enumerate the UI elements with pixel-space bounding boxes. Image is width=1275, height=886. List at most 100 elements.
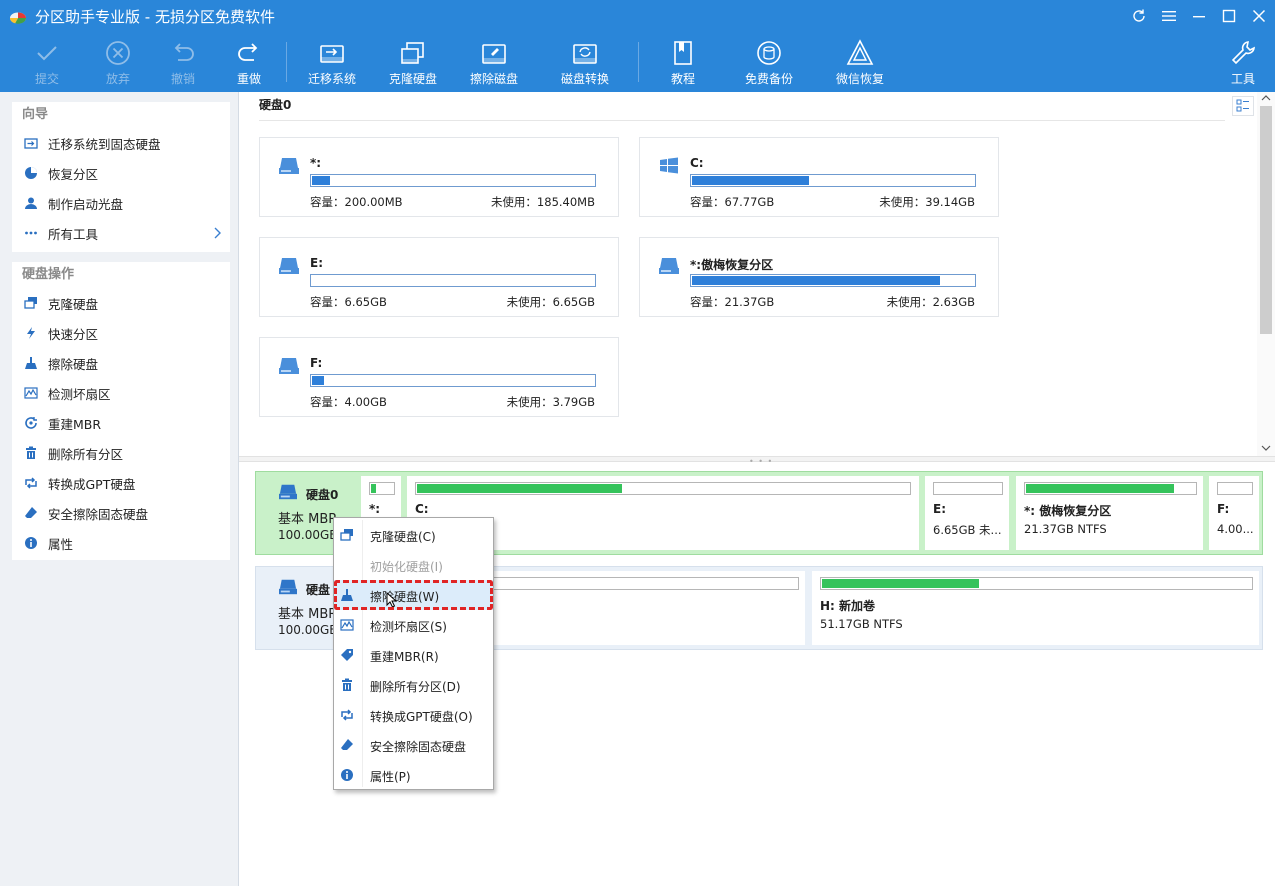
capacity-text: 容量：67.77GB: [690, 195, 775, 209]
scrollbar-thumb[interactable]: [1260, 106, 1272, 334]
redo-button[interactable]: 重做: [213, 36, 285, 90]
redo-icon: [238, 43, 258, 61]
maximize-icon[interactable]: [1218, 6, 1240, 26]
view-toggle-button[interactable]: [1232, 96, 1254, 116]
sidebar-item-label: 重建MBR: [48, 416, 102, 432]
tutorial-label: 教程: [670, 72, 695, 86]
tools-button[interactable]: 工具: [1207, 36, 1275, 90]
menu-item-secure-erase[interactable]: 安全擦除固态硬盘: [334, 730, 493, 760]
sidebar-item-bad-sector[interactable]: 检测坏扇区: [12, 378, 230, 408]
wipe-disk-button[interactable]: 擦除磁盘: [458, 36, 530, 90]
drive-icon: [279, 484, 297, 500]
sidebar-item-boot-disc[interactable]: 制作启动光盘: [12, 188, 230, 218]
free-backup-button[interactable]: 免费备份: [733, 36, 805, 90]
minimize-icon[interactable]: [1188, 6, 1210, 26]
sidebar-item-clone-disk[interactable]: 克隆硬盘: [12, 288, 230, 318]
disk-ops-group: 硬盘操作 克隆硬盘 快速分区 擦除硬盘 检测坏扇区 重建MBR 删除所有分区 转…: [12, 262, 230, 560]
sidebar-item-label: 克隆硬盘: [48, 296, 99, 312]
disk-convert-button[interactable]: 磁盘转换: [549, 36, 621, 90]
partition-name: *:: [369, 502, 381, 516]
refresh-icon[interactable]: [1128, 6, 1150, 26]
partition-card[interactable]: C: 容量：67.77GB 未使用：39.14GB: [639, 137, 999, 217]
partition-bar: [1217, 482, 1253, 495]
sidebar-item-rebuild-mbr[interactable]: 重建MBR: [12, 408, 230, 438]
sidebar-item-wipe-disk[interactable]: 擦除硬盘: [12, 348, 230, 378]
migrate-icon: [320, 45, 344, 63]
tag-icon: [341, 649, 353, 661]
wipe-disk-label: 擦除磁盘: [469, 72, 518, 86]
partition-card[interactable]: *: 容量：200.00MB 未使用：185.40MB: [259, 137, 619, 217]
sidebar-item-label: 所有工具: [48, 226, 99, 242]
menu-item-delete-all[interactable]: 删除所有分区(D): [334, 670, 493, 700]
clone-icon: [401, 42, 424, 64]
discard-button[interactable]: 放弃: [82, 36, 154, 90]
sidebar-item-label: 安全擦除固态硬盘: [48, 506, 149, 522]
menu-item-label: 擦除硬盘(W): [370, 590, 440, 604]
partition-card[interactable]: E: 容量：6.65GB 未使用：6.65GB: [259, 237, 619, 317]
partition-bar: [369, 482, 395, 495]
partition-card[interactable]: F: 容量：4.00GB 未使用：3.79GB: [259, 337, 619, 417]
title-bar: 分区助手专业版 - 无损分区免费软件: [0, 0, 1275, 32]
menu-item-bad-sector[interactable]: 检测坏扇区(S): [334, 610, 493, 640]
close-icon[interactable]: [1248, 6, 1270, 26]
vertical-scrollbar[interactable]: [1257, 92, 1275, 456]
partition-block[interactable]: E: 6.65GB 未...: [925, 476, 1009, 550]
free-text: 未使用：3.79GB: [506, 395, 595, 409]
sidebar-item-label: 迁移系统到固态硬盘: [48, 136, 161, 152]
convert-icon: [25, 477, 37, 489]
undo-button[interactable]: 撤销: [147, 36, 219, 90]
rebuild-icon: [25, 417, 37, 429]
partition-block[interactable]: *: 傲梅恢复分区 21.37GB NTFS: [1016, 476, 1203, 550]
scroll-down-icon[interactable]: [1261, 444, 1271, 452]
partition-name: E:: [933, 502, 946, 516]
menu-item-initialize-disk[interactable]: 初始化硬盘(I): [334, 550, 493, 580]
partition-block[interactable]: F: 4.00...: [1209, 476, 1259, 550]
sidebar-item-convert-gpt[interactable]: 转换成GPT硬盘: [12, 468, 230, 498]
cancel-circle-icon: [106, 41, 130, 65]
partition-bar-fill: [822, 579, 980, 588]
sidebar-item-recover-partition[interactable]: 恢复分区: [12, 158, 230, 188]
sidebar-item-properties[interactable]: 属性: [12, 528, 230, 558]
partition-bar: [415, 482, 911, 495]
usage-bar: [310, 274, 596, 287]
disk-size: 100.00GB: [278, 623, 338, 637]
view-list-icon: [1236, 99, 1249, 112]
partition-name: F:: [310, 356, 323, 370]
migrate-os-label: 迁移系统: [307, 72, 356, 86]
broom-icon: [25, 357, 37, 369]
migrate-os-button[interactable]: 迁移系统: [296, 36, 368, 90]
menu-item-convert-gpt[interactable]: 转换成GPT硬盘(O): [334, 700, 493, 730]
convert-icon: [341, 709, 353, 721]
partition-card-panel: 硬盘0 *: 容量：200.00MB 未使用：185.40MB C: 容量：67…: [239, 92, 1275, 456]
sidebar-item-delete-all[interactable]: 删除所有分区: [12, 438, 230, 468]
partition-block[interactable]: H: 新加卷 51.17GB NTFS: [812, 571, 1259, 645]
menu-item-label: 安全擦除固态硬盘: [370, 740, 467, 754]
partition-card[interactable]: *:傲梅恢复分区 容量：21.37GB 未使用：2.63GB: [639, 237, 999, 317]
top-bar: 分区助手专业版 - 无损分区免费软件 提交 放弃 撤销 重做 迁移系统 克隆硬盘…: [0, 0, 1275, 92]
wechat-recovery-button[interactable]: 微信恢复: [824, 36, 896, 90]
window-title: 分区助手专业版 - 无损分区免费软件: [35, 8, 275, 26]
menu-icon[interactable]: [1158, 6, 1180, 26]
menu-item-clone-disk[interactable]: 克隆硬盘(C): [334, 520, 493, 550]
wipe-disk-icon: [482, 44, 506, 64]
sidebar-item-quick-partition[interactable]: 快速分区: [12, 318, 230, 348]
book-icon: [674, 41, 692, 65]
free-text: 未使用：2.63GB: [886, 295, 975, 309]
menu-item-wipe-disk[interactable]: 擦除硬盘(W): [334, 580, 493, 610]
tutorial-button[interactable]: 教程: [647, 36, 719, 90]
wizard-group: 向导 迁移系统到固态硬盘 恢复分区 制作启动光盘 所有工具: [12, 102, 230, 252]
menu-item-properties[interactable]: 属性(P): [334, 760, 493, 790]
disk-convert-label: 磁盘转换: [560, 72, 609, 86]
menu-item-label: 转换成GPT硬盘(O): [370, 710, 473, 724]
menu-item-rebuild-mbr[interactable]: 重建MBR(R): [334, 640, 493, 670]
disk-name: 硬盘: [306, 583, 331, 597]
sidebar-item-all-tools[interactable]: 所有工具: [12, 218, 230, 248]
sidebar-item-secure-erase[interactable]: 安全擦除固态硬盘: [12, 498, 230, 528]
clone-disk-button[interactable]: 克隆硬盘: [377, 36, 449, 90]
eraser-icon: [25, 507, 37, 518]
commit-button[interactable]: 提交: [11, 36, 83, 90]
sidebar-item-migrate-os[interactable]: 迁移系统到固态硬盘: [12, 128, 230, 158]
scroll-up-icon[interactable]: [1261, 94, 1271, 102]
discard-label: 放弃: [105, 72, 130, 86]
drive-icon: [279, 579, 297, 595]
